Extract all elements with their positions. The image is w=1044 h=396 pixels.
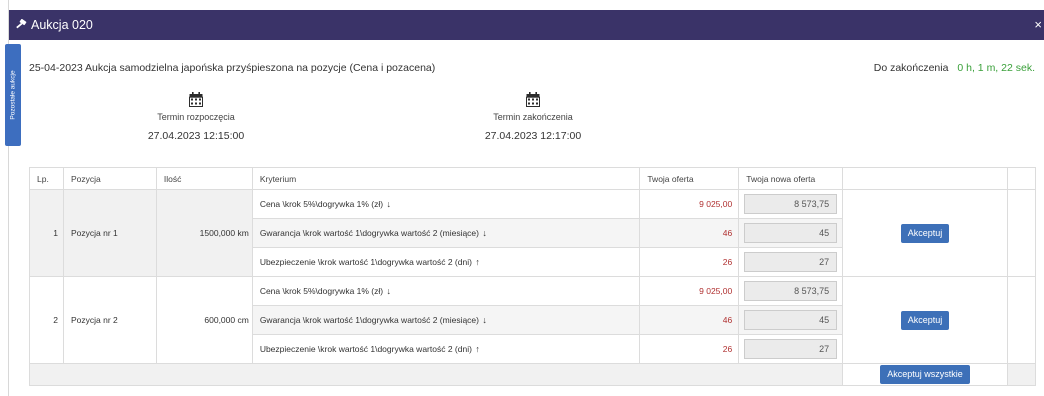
- cell-oferta: 9 025,00: [639, 276, 740, 306]
- table-header-row: Lp. Pozycja Ilość Kryterium Twoja oferta…: [29, 167, 1037, 190]
- footer-action: Akceptuj wszystkie: [842, 363, 1008, 386]
- arrow-down-icon: ↓: [386, 199, 391, 209]
- cell-extra: [1006, 276, 1037, 364]
- header-action: [842, 167, 1008, 190]
- cell-kryterium: Ubezpieczenie \krok wartość 1\dogrywka w…: [251, 334, 641, 364]
- gavel-icon: [16, 19, 27, 29]
- cell-lp: 2: [29, 276, 64, 364]
- arrow-down-icon: ↓: [482, 228, 487, 238]
- criterion-name: Cena \krok 5%\dogrywka 1% (zł): [259, 199, 384, 209]
- cell-nowa: 27: [738, 334, 844, 364]
- cell-oferta: 26: [639, 247, 740, 277]
- cell-kryterium: Cena \krok 5%\dogrywka 1% (zł) ↓: [251, 276, 641, 306]
- cell-nowa: 45: [738, 305, 844, 335]
- countdown-value: 0 h, 1 m, 22 sek.: [957, 62, 1035, 74]
- window-title-wrap: Aukcja 020: [15, 10, 93, 40]
- accept-button[interactable]: Akceptuj: [900, 223, 950, 243]
- other-auctions-label: Pozostałe aukcje: [9, 70, 17, 120]
- header-kryterium: Kryterium: [251, 167, 641, 190]
- criterion-name: Gwarancja \krok wartość 1\dogrywka warto…: [259, 315, 479, 325]
- new-offer-input[interactable]: 8 573,75: [744, 194, 838, 214]
- new-offer-input[interactable]: 27: [744, 339, 838, 359]
- start-date: 27.04.2023 12:15:00: [147, 130, 245, 142]
- close-button[interactable]: ×: [1034, 10, 1042, 40]
- footer-spacer: [28, 363, 844, 386]
- header-pozycja: Pozycja: [62, 167, 157, 190]
- criterion-name: Ubezpieczenie \krok wartość 1\dogrywka w…: [259, 257, 472, 267]
- arrow-down-icon: ↓: [482, 315, 487, 325]
- cell-ilosc: 1500,000 km: [155, 189, 253, 277]
- cell-oferta: 46: [639, 305, 740, 335]
- accept-button[interactable]: Akceptuj: [900, 310, 950, 330]
- auction-subtitle: 25-04-2023 Aukcja samodzielna japońska p…: [29, 62, 436, 74]
- cell-kryterium: Ubezpieczenie \krok wartość 1\dogrywka w…: [251, 247, 641, 277]
- window-title: Aukcja 020: [31, 18, 93, 32]
- new-offer-input[interactable]: 8 573,75: [744, 281, 838, 301]
- end-label: Termin zakończenia: [493, 112, 573, 122]
- criterion-name: Cena \krok 5%\dogrywka 1% (zł): [259, 286, 384, 296]
- other-auctions-tab[interactable]: Pozostałe aukcje: [5, 44, 21, 146]
- cell-ilosc: 600,000 cm: [155, 276, 253, 364]
- cell-nowa: 8 573,75: [738, 189, 844, 219]
- header-ilosc: Ilość: [155, 167, 253, 190]
- window-header: Aukcja 020 ×: [9, 10, 1044, 40]
- header-lp: Lp.: [29, 167, 64, 190]
- cell-kryterium: Gwarancja \krok wartość 1\dogrywka warto…: [251, 218, 641, 248]
- calendar-icon: [526, 92, 540, 107]
- arrow-up-icon: ↑: [475, 344, 480, 354]
- table-footer-row: Akceptuj wszystkie: [28, 363, 1037, 386]
- cell-lp: 1: [29, 189, 64, 277]
- footer-extra: [1006, 363, 1037, 386]
- cell-extra: [1006, 189, 1037, 277]
- arrow-up-icon: ↑: [475, 257, 480, 267]
- cell-oferta: 46: [639, 218, 740, 248]
- cell-oferta: 26: [639, 334, 740, 364]
- cell-action: Akceptuj: [842, 276, 1008, 364]
- cell-kryterium: Cena \krok 5%\dogrywka 1% (zł) ↓: [251, 189, 641, 219]
- header-nowa: Twoja nowa oferta: [738, 167, 844, 190]
- table-row: 2 Pozycja nr 2 600,000 cm Cena \krok 5%\…: [29, 276, 1037, 364]
- table-row: 1 Pozycja nr 1 1500,000 km Cena \krok 5%…: [29, 189, 1037, 277]
- end-term: Termin zakończenia 27.04.2023 12:17:00: [433, 92, 633, 142]
- new-offer-input[interactable]: 45: [744, 223, 838, 243]
- cell-action: Akceptuj: [842, 189, 1008, 277]
- new-offer-input[interactable]: 45: [744, 310, 838, 330]
- header-oferta: Twoja oferta: [639, 167, 740, 190]
- cell-nowa: 45: [738, 218, 844, 248]
- cell-kryterium: Gwarancja \krok wartość 1\dogrywka warto…: [251, 305, 641, 335]
- cell-pozycja: Pozycja nr 2: [62, 276, 157, 364]
- end-date: 27.04.2023 12:17:00: [484, 130, 582, 142]
- accept-all-button[interactable]: Akceptuj wszystkie: [880, 365, 970, 384]
- cell-nowa: 8 573,75: [738, 276, 844, 306]
- start-label: Termin rozpoczęcia: [157, 112, 235, 122]
- arrow-down-icon: ↓: [386, 286, 391, 296]
- cell-oferta: 9 025,00: [639, 189, 740, 219]
- cell-pozycja: Pozycja nr 1: [62, 189, 157, 277]
- new-offer-input[interactable]: 27: [744, 252, 838, 272]
- header-extra: [1006, 167, 1037, 190]
- cell-nowa: 27: [738, 247, 844, 277]
- offers-table: Lp. Pozycja Ilość Kryterium Twoja oferta…: [28, 167, 1037, 386]
- countdown: Do zakończenia 0 h, 1 m, 22 sek.: [874, 62, 1035, 74]
- countdown-label: Do zakończenia: [873, 62, 949, 74]
- criterion-name: Ubezpieczenie \krok wartość 1\dogrywka w…: [259, 344, 472, 354]
- criterion-name: Gwarancja \krok wartość 1\dogrywka warto…: [259, 228, 479, 238]
- start-term: Termin rozpoczęcia 27.04.2023 12:15:00: [96, 92, 296, 142]
- calendar-icon: [189, 92, 203, 107]
